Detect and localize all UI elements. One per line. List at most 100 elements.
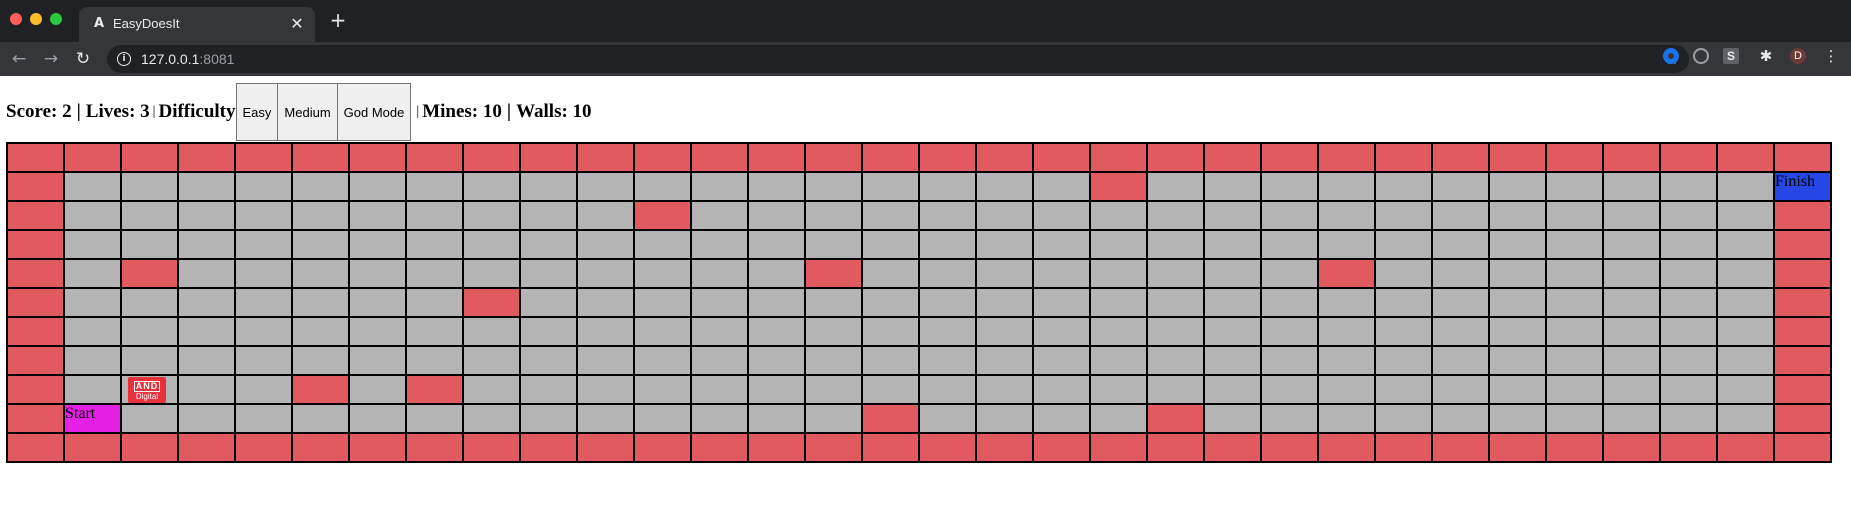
wall-cell[interactable] [975, 142, 1034, 173]
board-cell[interactable] [1146, 258, 1205, 289]
board-cell[interactable] [918, 200, 977, 231]
board-cell[interactable] [120, 171, 179, 202]
board-cell[interactable] [633, 171, 692, 202]
board-cell[interactable] [348, 171, 407, 202]
wall-cell[interactable] [690, 432, 749, 463]
wall-cell[interactable] [1773, 374, 1832, 405]
board-cell[interactable] [633, 316, 692, 347]
board-cell[interactable] [1431, 258, 1490, 289]
board-cell[interactable] [1659, 345, 1718, 376]
board-cell[interactable] [1716, 374, 1775, 405]
board-cell[interactable] [1374, 374, 1433, 405]
board-cell[interactable] [975, 171, 1034, 202]
board-cell[interactable] [519, 258, 578, 289]
wall-cell[interactable] [6, 171, 65, 202]
board-cell[interactable] [1089, 403, 1148, 434]
board-cell[interactable] [1317, 403, 1376, 434]
board-cell[interactable] [861, 374, 920, 405]
wall-cell[interactable] [6, 287, 65, 318]
board-cell[interactable] [1089, 316, 1148, 347]
board-cell[interactable] [291, 258, 350, 289]
board-cell[interactable] [576, 229, 635, 260]
board-cell[interactable] [1716, 316, 1775, 347]
board-cell[interactable] [1089, 258, 1148, 289]
board-cell[interactable] [576, 374, 635, 405]
board-cell[interactable] [1545, 171, 1604, 202]
board-cell[interactable] [63, 200, 122, 231]
board-cell[interactable] [1317, 287, 1376, 318]
board-cell[interactable] [1716, 403, 1775, 434]
wall-cell[interactable] [1089, 142, 1148, 173]
board-cell[interactable] [1716, 287, 1775, 318]
new-tab-button[interactable]: + [327, 9, 349, 31]
board-cell[interactable] [1203, 171, 1262, 202]
board-cell[interactable] [519, 316, 578, 347]
wall-cell[interactable] [1659, 432, 1718, 463]
board-cell[interactable] [861, 171, 920, 202]
board-cell[interactable] [1488, 316, 1547, 347]
board-cell[interactable] [576, 403, 635, 434]
board-cell[interactable] [1032, 316, 1091, 347]
board-cell[interactable] [63, 287, 122, 318]
wall-cell[interactable] [1773, 403, 1832, 434]
board-cell[interactable] [177, 287, 236, 318]
board-cell[interactable] [405, 200, 464, 231]
board-cell[interactable] [1317, 316, 1376, 347]
board-cell[interactable] [462, 345, 521, 376]
board-cell[interactable] [861, 345, 920, 376]
wall-cell[interactable] [1260, 142, 1319, 173]
address-bar[interactable]: i 127.0.0.1:8081 ☆ [107, 45, 1689, 73]
wall-cell[interactable] [120, 258, 179, 289]
board-cell[interactable] [576, 316, 635, 347]
board-cell[interactable] [690, 374, 749, 405]
board-cell[interactable] [63, 258, 122, 289]
board-cell[interactable] [348, 287, 407, 318]
board-cell[interactable] [1032, 374, 1091, 405]
board-cell[interactable] [747, 345, 806, 376]
board-cell[interactable] [1146, 229, 1205, 260]
wall-cell[interactable] [1203, 432, 1262, 463]
board-cell[interactable] [291, 345, 350, 376]
board-cell[interactable] [120, 287, 179, 318]
board-cell[interactable] [1488, 229, 1547, 260]
wall-cell[interactable] [120, 142, 179, 173]
wall-cell[interactable] [6, 345, 65, 376]
board-cell[interactable] [405, 171, 464, 202]
board-cell[interactable] [975, 287, 1034, 318]
board-cell[interactable] [405, 316, 464, 347]
board-cell[interactable] [177, 171, 236, 202]
wall-cell[interactable] [633, 432, 692, 463]
wall-cell[interactable] [405, 374, 464, 405]
board-cell[interactable] [1089, 345, 1148, 376]
board-cell[interactable] [1089, 374, 1148, 405]
board-cell[interactable] [1431, 345, 1490, 376]
board-cell[interactable] [1431, 316, 1490, 347]
board-cell[interactable] [1602, 374, 1661, 405]
board-cell[interactable] [63, 374, 122, 405]
board-cell[interactable] [1032, 258, 1091, 289]
board-cell[interactable] [918, 229, 977, 260]
board-cell[interactable] [234, 258, 293, 289]
board-cell[interactable] [234, 200, 293, 231]
wall-cell[interactable] [1773, 200, 1832, 231]
board-cell[interactable] [918, 403, 977, 434]
board-cell[interactable] [120, 345, 179, 376]
board-cell[interactable] [1203, 258, 1262, 289]
board-cell[interactable] [1374, 200, 1433, 231]
board-cell[interactable] [1659, 316, 1718, 347]
board-cell[interactable] [291, 316, 350, 347]
board-cell[interactable] [348, 229, 407, 260]
board-cell[interactable] [462, 316, 521, 347]
board-cell[interactable] [1431, 229, 1490, 260]
board-cell[interactable] [690, 200, 749, 231]
board-cell[interactable] [747, 316, 806, 347]
board-cell[interactable] [405, 345, 464, 376]
board-cell[interactable] [690, 345, 749, 376]
browser-menu-icon[interactable]: ⋮ [1823, 48, 1839, 64]
wall-cell[interactable] [1773, 258, 1832, 289]
board-cell[interactable] [804, 200, 863, 231]
wall-cell[interactable] [63, 432, 122, 463]
board-cell[interactable] [1032, 200, 1091, 231]
wall-cell[interactable] [6, 316, 65, 347]
board-cell[interactable] [804, 229, 863, 260]
